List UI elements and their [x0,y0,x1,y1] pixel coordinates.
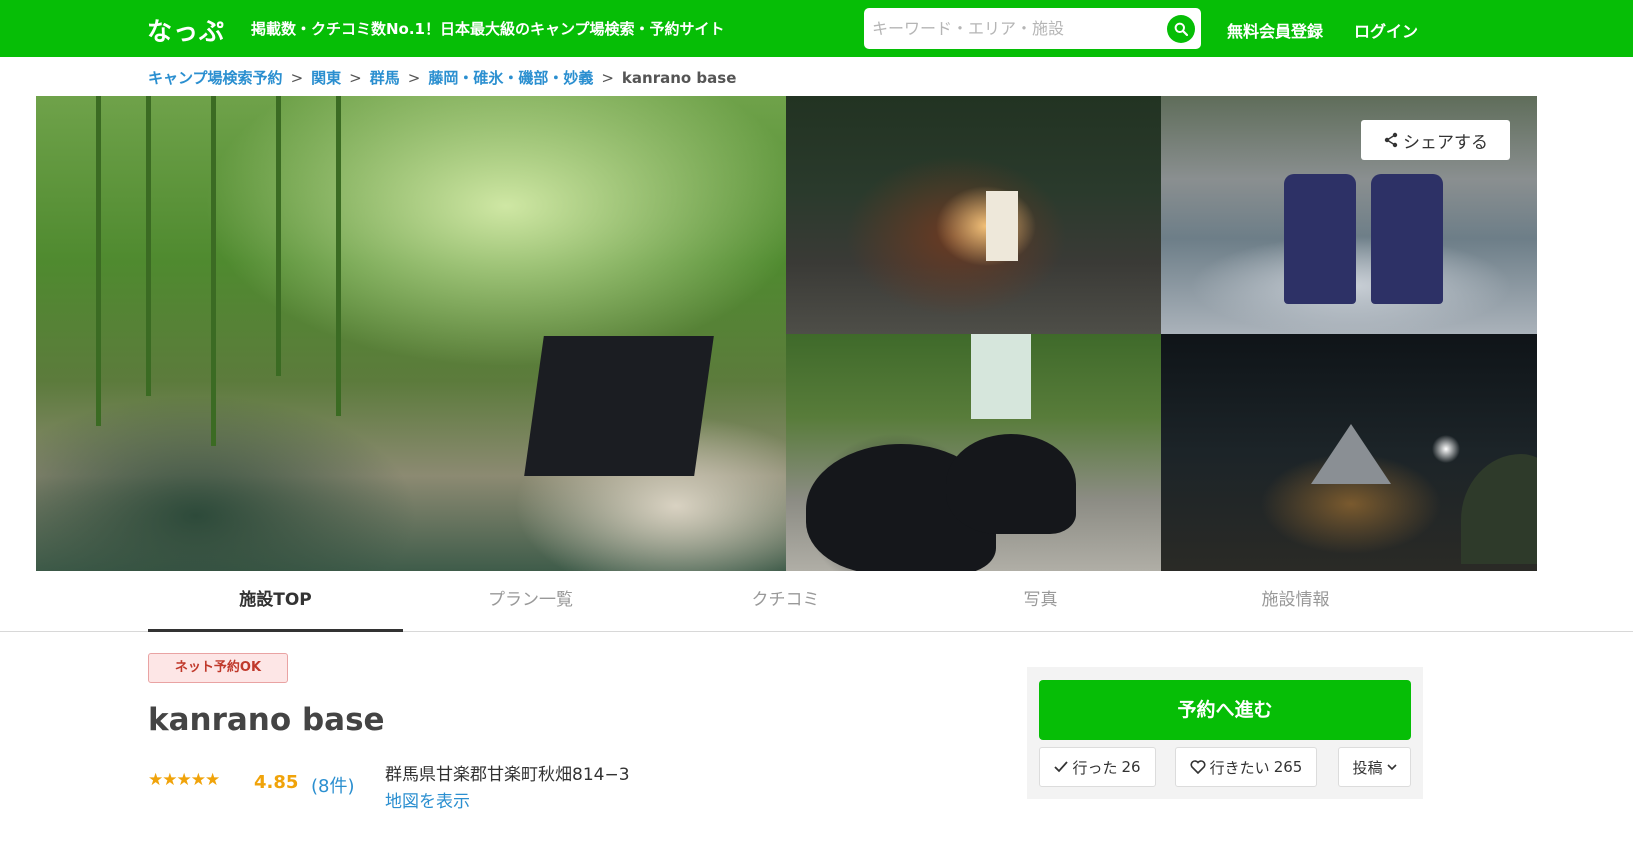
breadcrumb-separator: > [290,69,304,87]
tab-facility-top[interactable]: 施設TOP [148,572,403,632]
breadcrumb-item-kanto[interactable]: 関東 [311,69,341,87]
search-icon [1174,22,1188,36]
want-to-go-button[interactable]: 行きたい 265 [1175,747,1317,787]
photo-gallery [36,96,1537,571]
login-link[interactable]: ログイン [1354,18,1418,42]
heart-icon [1190,760,1206,774]
share-label: シェアする [1403,132,1488,153]
breadcrumb-item-camp-search[interactable]: キャンプ場検索予約 [148,69,283,87]
share-icon [1384,132,1398,148]
want-label: 行きたい [1209,758,1270,777]
signup-link[interactable]: 無料会員登録 [1227,18,1323,42]
tab-plans[interactable]: プラン一覧 [403,572,658,632]
site-header: なっぷ 掲載数・クチコミ数No.1！日本最大級のキャンプ場検索・予約サイト 無料… [0,0,1633,57]
net-booking-badge: ネット予約OK [148,653,288,683]
post-label: 投稿 [1352,758,1383,777]
photo-sauna-by-river[interactable] [36,96,786,571]
photo-dogs[interactable] [786,334,1161,571]
breadcrumb: キャンプ場検索予約 > 関東 > 群馬 > 藤岡・碓氷・磯部・妙義 > kanrano base [148,67,736,88]
breadcrumb-current: kanrano base [621,69,737,87]
went-count: 26 [1121,758,1141,776]
chevron-down-icon [1386,763,1397,770]
show-map-link[interactable]: 地図を表示 [385,787,470,812]
site-logo[interactable]: なっぷ [147,12,225,48]
photo-night-camp[interactable] [1161,334,1537,571]
tab-reviews[interactable]: クチコミ [658,572,913,632]
facility-tabs: 施設TOP プラン一覧 クチコミ 写真 施設情報 [0,572,1633,632]
review-count-link[interactable]: (8件) [311,772,355,798]
breadcrumb-separator: > [601,69,614,87]
photo-cabin-night[interactable] [786,96,1161,334]
rating-stars: ★★★★★ [148,770,220,790]
breadcrumb-item-gunma[interactable]: 群馬 [370,69,400,87]
went-label: 行った [1072,758,1118,777]
facility-address: 群馬県甘楽郡甘楽町秋畑814−3 [385,765,630,785]
booking-panel: 予約へ進む 行った 26 行きたい 265 投稿 [1027,667,1423,799]
search-input[interactable] [872,8,1162,49]
breadcrumb-item-area[interactable]: 藤岡・碓氷・磯部・妙義 [428,69,593,87]
want-count: 265 [1273,758,1303,776]
tab-photos[interactable]: 写真 [913,572,1168,632]
search-box [864,8,1201,49]
rating-score: 4.85 [254,772,299,793]
post-dropdown[interactable]: 投稿 [1338,747,1411,787]
breadcrumb-separator: > [407,69,421,87]
check-icon [1054,761,1069,773]
tab-facility-info[interactable]: 施設情報 [1168,572,1423,632]
breadcrumb-separator: > [349,69,362,87]
search-button[interactable] [1167,15,1195,43]
went-button[interactable]: 行った 26 [1039,747,1156,787]
share-button[interactable]: シェアする [1361,120,1510,160]
site-tagline: 掲載数・クチコミ数No.1！日本最大級のキャンプ場検索・予約サイト [251,20,725,38]
reserve-button[interactable]: 予約へ進む [1039,680,1411,740]
facility-name: kanrano base [148,702,385,738]
